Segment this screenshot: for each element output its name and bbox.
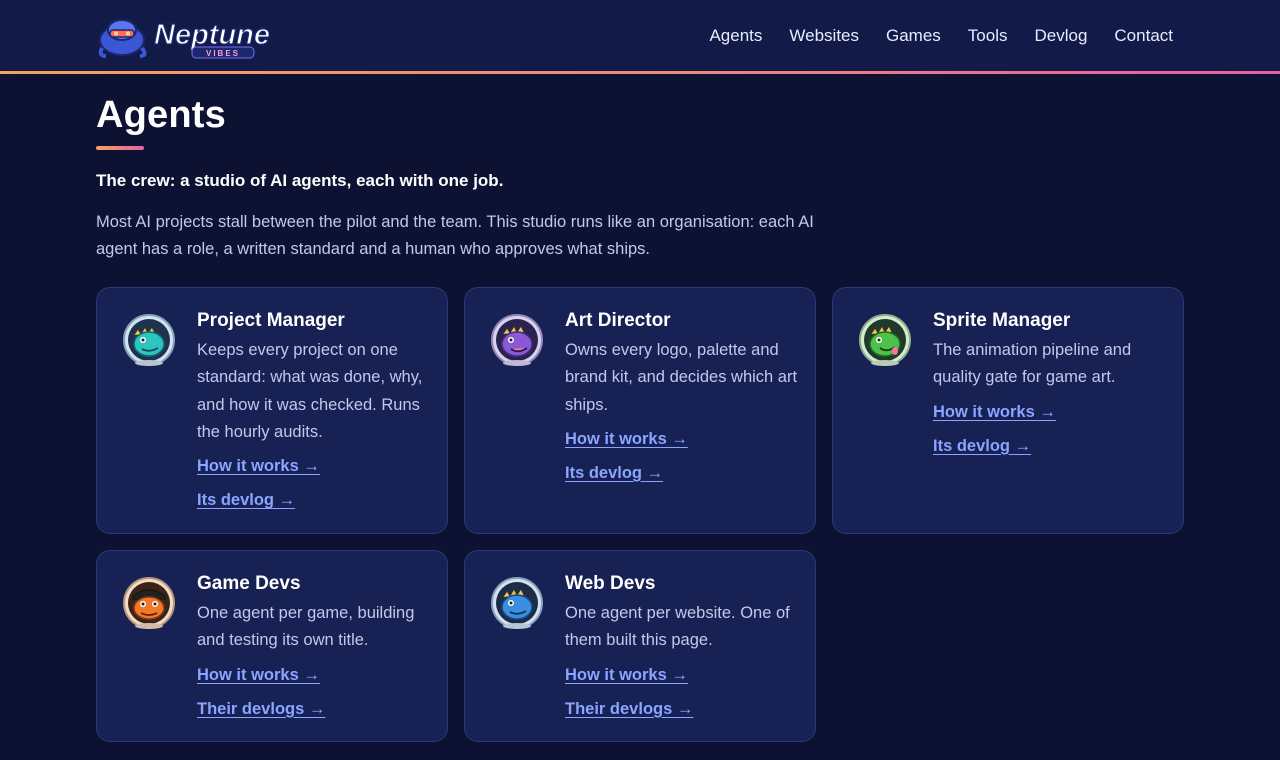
header-accent-line [0,71,1280,74]
agent-card-project-manager: Project Manager Keeps every project on o… [96,287,448,534]
neptune-vibes-logo[interactable]: Neptune VIBES [96,10,282,62]
nav-devlog[interactable]: Devlog [1034,24,1087,48]
how-it-works-link[interactable]: How it works → [565,661,688,689]
devlogs-link[interactable]: Their devlogs → [565,695,693,723]
devlog-link[interactable]: Its devlog → [933,432,1031,460]
devlogs-link[interactable]: Their devlogs → [197,695,325,723]
svg-text:VIBES: VIBES [206,49,240,58]
agent-card-art-director: Art Director Owns every logo, palette an… [464,287,816,534]
page-title: Agents [96,94,226,136]
card-body: Art Director Owns every logo, palette an… [565,308,801,487]
card-description: One agent per game, building and testing… [197,604,415,650]
how-it-works-link[interactable]: How it works → [197,452,320,480]
nav-games[interactable]: Games [886,24,941,48]
main-nav: Agents Websites Games Tools Devlog Conta… [709,24,1173,48]
card-description: Keeps every project on one standard: wha… [197,341,423,441]
agent-card-game-devs: Game Devs One agent per game, building a… [96,550,448,742]
orange-dino-astronaut-icon [123,577,175,629]
nav-websites[interactable]: Websites [789,24,859,48]
agent-card-sprite-manager: Sprite Manager The animation pipeline an… [832,287,1184,534]
card-title: Art Director [565,310,671,331]
card-title: Web Devs [565,573,656,594]
card-title: Game Devs [197,573,301,594]
card-description: One agent per website. One of them built… [565,604,790,650]
card-body: Sprite Manager The animation pipeline an… [933,308,1169,460]
teal-dino-astronaut-icon [123,314,175,366]
how-it-works-link[interactable]: How it works → [565,425,688,453]
svg-text:Neptune: Neptune [154,19,270,51]
purple-dino-astronaut-icon [491,314,543,366]
card-body: Game Devs One agent per game, building a… [197,571,433,723]
card-description: Owns every logo, palette and brand kit, … [565,341,798,414]
how-it-works-link[interactable]: How it works → [933,398,1056,426]
card-description: The animation pipeline and quality gate … [933,341,1132,387]
card-title: Project Manager [197,310,345,331]
blue-dino-astronaut-icon [491,577,543,629]
card-body: Project Manager Keeps every project on o… [197,308,433,514]
site-header: Neptune VIBES Agents Websites Games Tool… [0,0,1280,71]
agent-card-web-devs: Web Devs One agent per website. One of t… [464,550,816,742]
intro-text: Most AI projects stall between the pilot… [96,213,814,258]
how-it-works-link[interactable]: How it works → [197,661,320,689]
devlog-link[interactable]: Its devlog → [197,486,295,514]
nav-tools[interactable]: Tools [968,24,1008,48]
nav-agents[interactable]: Agents [709,24,762,48]
card-body: Web Devs One agent per website. One of t… [565,571,801,723]
card-title: Sprite Manager [933,310,1071,331]
nav-contact[interactable]: Contact [1114,24,1173,48]
title-underline [96,146,144,150]
lead-text: The crew: a studio of AI agents, each wi… [96,171,504,190]
devlog-link[interactable]: Its devlog → [565,459,663,487]
green-dino-astronaut-icon [859,314,911,366]
